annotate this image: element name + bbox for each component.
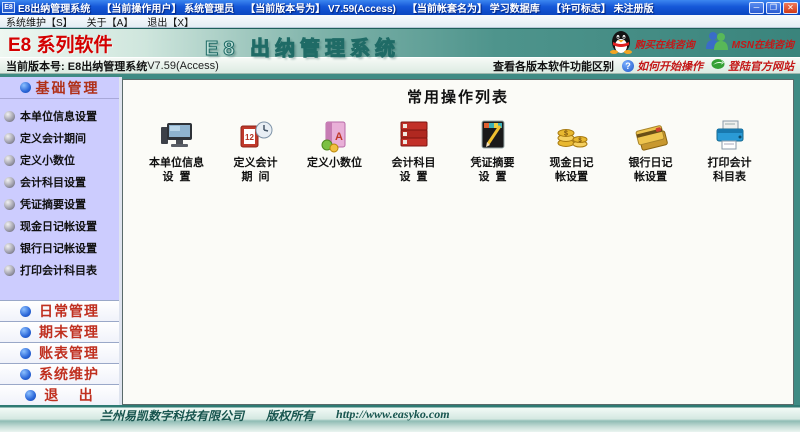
- nav-period-end-management[interactable]: 期末管理: [0, 321, 119, 342]
- menubar: 系统维护【S】 关于【A】 退出【X】: [0, 15, 800, 28]
- bullet-sphere-icon: [20, 369, 31, 380]
- shortcut-print-subjects[interactable]: 打印会计 科目表: [690, 117, 769, 203]
- sidebar-section-label: 基础管理: [36, 78, 100, 98]
- sphere-icon: [4, 177, 15, 188]
- svg-text:12: 12: [245, 133, 254, 142]
- website-url[interactable]: http://www.easyko.com: [336, 407, 450, 424]
- body: 基础管理 本单位信息设置 定义会计期间 定义小数位 会计科目设置: [0, 74, 800, 405]
- brand-title: E8 系列软件: [8, 30, 113, 57]
- sphere-icon: [4, 243, 15, 254]
- compare-versions-label[interactable]: 查看各版本软件功能区别: [493, 58, 614, 74]
- msn-people-icon: [705, 29, 729, 58]
- app-icon: E8: [2, 2, 15, 13]
- how-to-start-label: 如何开始操作: [637, 58, 703, 74]
- bank-cards-icon: [632, 117, 670, 157]
- close-button[interactable]: ✕: [783, 2, 798, 14]
- calendar-book-icon-shortcut[interactable]: 12 定义会计 期 间: [216, 117, 295, 203]
- bullet-sphere-icon: [20, 82, 31, 93]
- bullet-sphere-icon: [25, 390, 36, 401]
- red-books-icon: [395, 117, 433, 157]
- sidebar: 基础管理 本单位信息设置 定义会计期间 定义小数位 会计科目设置: [0, 77, 122, 405]
- sidebar-nav-buttons: 日常管理 期末管理 账表管理 系统维护 退 出: [0, 300, 119, 405]
- nav-report-management[interactable]: 账表管理: [0, 342, 119, 363]
- app-window: E8 E8出纳管理系统 【当前操作用户】 系统管理员 【当前版本号为】 V7.5…: [0, 0, 800, 432]
- minimize-button[interactable]: ─: [749, 2, 764, 14]
- question-icon: ?: [622, 60, 634, 72]
- sidebar-item-decimal-places[interactable]: 定义小数位: [0, 149, 119, 171]
- status-bar: 兰州易凯数字科技有限公司 版权所有 http://www.easyko.com: [0, 405, 800, 432]
- qq-contact-link[interactable]: 购买在线咨询: [610, 28, 695, 59]
- header-banner: E8 系列软件 E8 出纳管理系统: [0, 28, 800, 58]
- bullet-sphere-icon: [20, 348, 31, 359]
- calendar-book-icon: 12: [237, 117, 275, 157]
- msn-contact-label: MSN在线咨询: [732, 36, 794, 51]
- sphere-icon: [4, 133, 15, 144]
- sidebar-spacer: [0, 281, 119, 300]
- sidebar-item-voucher-summary[interactable]: 凭证摘要设置: [0, 193, 119, 215]
- shortcut-account-subjects[interactable]: 会计科目 设 置: [374, 117, 453, 203]
- shortcut-grid: 本单位信息 设 置 12 定义会计 期 间: [123, 107, 793, 203]
- sidebar-item-print-subjects[interactable]: 打印会计科目表: [0, 259, 119, 281]
- sidebar-item-bank-journal[interactable]: 银行日记帐设置: [0, 237, 119, 259]
- pink-book-icon: A: [316, 117, 354, 157]
- qq-contact-label: 购买在线咨询: [635, 36, 695, 51]
- shortcut-decimal-places[interactable]: A 定义小数位: [295, 117, 374, 203]
- official-site-link[interactable]: 登陆官方网站: [711, 58, 794, 74]
- company-name: 兰州易凯数字科技有限公司: [100, 407, 244, 424]
- shortcut-company-info[interactable]: 本单位信息 设 置: [137, 117, 216, 203]
- main-panel: 常用操作列表 本单位信息 设 置: [122, 79, 794, 405]
- maximize-button[interactable]: ❐: [766, 2, 781, 14]
- product-title: E8 出纳管理系统: [205, 32, 400, 61]
- printer-icon: [711, 117, 749, 157]
- copyright-label: 版权所有: [266, 407, 314, 424]
- qq-penguin-icon: [610, 28, 632, 59]
- gold-coins-icon: $ $: [553, 117, 591, 157]
- shortcut-bank-journal[interactable]: 银行日记 帐设置: [611, 117, 690, 203]
- nav-exit[interactable]: 退 出: [0, 384, 119, 405]
- sidebar-item-cash-journal[interactable]: 现金日记帐设置: [0, 215, 119, 237]
- msn-contact-link[interactable]: MSN在线咨询: [705, 29, 794, 58]
- version-product-name: E8出纳管理系统: [68, 58, 147, 74]
- sidebar-item-list: 本单位信息设置 定义会计期间 定义小数位 会计科目设置 凭证摘要设置: [0, 99, 119, 281]
- globe-arrow-icon: [711, 58, 725, 73]
- sphere-icon: [4, 199, 15, 210]
- official-site-label: 登陆官方网站: [728, 58, 794, 74]
- how-to-start-link[interactable]: ? 如何开始操作: [622, 58, 703, 74]
- version-label: 当前版本号:: [6, 58, 65, 74]
- nav-system-maintenance[interactable]: 系统维护: [0, 363, 119, 384]
- bullet-sphere-icon: [20, 327, 31, 338]
- sidebar-section-basic-management[interactable]: 基础管理: [0, 77, 119, 99]
- svg-text:$: $: [564, 131, 568, 138]
- sphere-icon: [4, 265, 15, 276]
- sphere-icon: [4, 111, 15, 122]
- common-operations-title: 常用操作列表: [123, 80, 793, 107]
- nav-daily-management[interactable]: 日常管理: [0, 300, 119, 321]
- sidebar-item-accounting-period[interactable]: 定义会计期间: [0, 127, 119, 149]
- menu-system-maintain[interactable]: 系统维护【S】: [6, 14, 73, 29]
- notepad-pencil-icon: [474, 117, 512, 157]
- sidebar-item-company-info[interactable]: 本单位信息设置: [0, 105, 119, 127]
- shortcut-cash-journal[interactable]: $ $ 现金日记 帐设置: [532, 117, 611, 203]
- version-number: V7.59(Access): [147, 60, 219, 72]
- sphere-icon: [4, 155, 15, 166]
- sphere-icon: [4, 221, 15, 232]
- bullet-sphere-icon: [20, 306, 31, 317]
- shortcut-voucher-summary[interactable]: 凭证摘要 设 置: [453, 117, 532, 203]
- sidebar-item-account-subjects[interactable]: 会计科目设置: [0, 171, 119, 193]
- menu-exit[interactable]: 退出【X】: [147, 14, 194, 29]
- computer-icon: [158, 117, 196, 157]
- svg-text:A: A: [335, 131, 343, 143]
- menu-about[interactable]: 关于【A】: [87, 14, 134, 29]
